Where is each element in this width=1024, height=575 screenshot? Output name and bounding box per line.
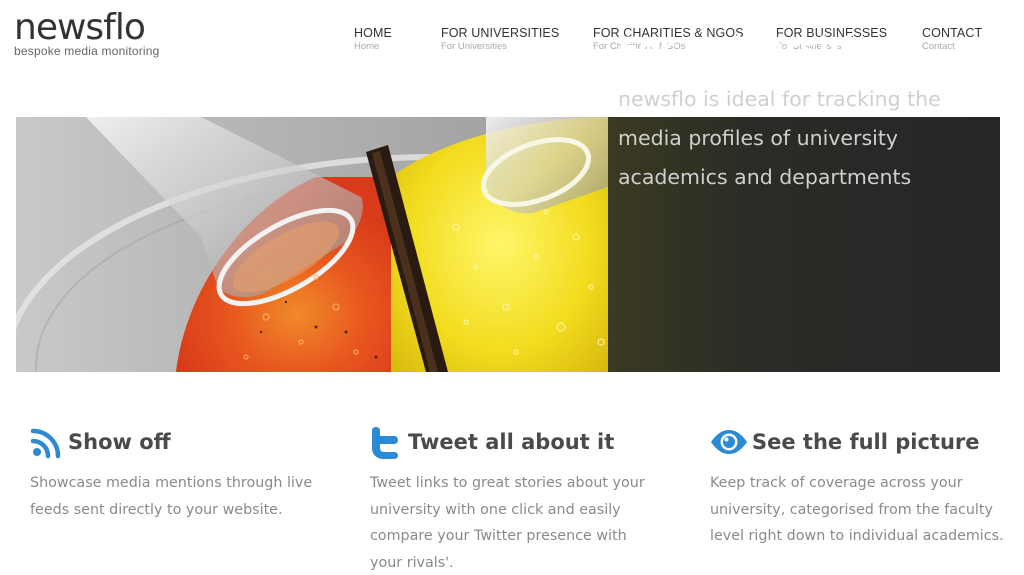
hero-lab-image xyxy=(16,117,608,372)
nav-item-universities[interactable]: FOR UNIVERSITIES For Universities xyxy=(441,26,559,52)
nav-item-sublabel: Contact xyxy=(922,41,955,52)
feature-full-picture: See the full picture Keep track of cover… xyxy=(710,424,1020,550)
feature-description: Tweet links to great stories about your … xyxy=(370,475,645,571)
hero-description: newsflo is ideal for tracking the media … xyxy=(618,87,941,189)
feature-header: Tweet all about it xyxy=(370,424,660,460)
hero-title: For Universities xyxy=(618,31,894,67)
feature-tweet: Tweet all about it Tweet links to great … xyxy=(370,424,660,575)
nav-item-label: HOME xyxy=(354,26,392,40)
nav-item-sublabel: For Universities xyxy=(441,41,507,52)
feature-title: See the full picture xyxy=(752,430,980,454)
feature-header: See the full picture xyxy=(710,424,1020,460)
nav-item-sublabel: Home xyxy=(354,41,380,52)
twitter-icon xyxy=(370,425,404,459)
rss-icon xyxy=(30,425,64,459)
nav-item-label: CONTACT xyxy=(922,26,983,40)
nav-item-home[interactable]: HOME Home xyxy=(354,26,392,52)
feature-title: Tweet all about it xyxy=(408,430,615,454)
eye-icon xyxy=(710,425,748,459)
feature-show-off: Show off Showcase media mentions through… xyxy=(30,424,340,523)
feature-header: Show off xyxy=(30,424,340,460)
feature-description: Keep track of coverage across your unive… xyxy=(710,475,1004,544)
feature-description: Showcase media mentions through live fee… xyxy=(30,475,313,518)
feature-title: Show off xyxy=(68,430,171,454)
nav-item-contact[interactable]: CONTACT Contact xyxy=(922,26,982,52)
nav-item-label: FOR UNIVERSITIES xyxy=(441,26,560,40)
